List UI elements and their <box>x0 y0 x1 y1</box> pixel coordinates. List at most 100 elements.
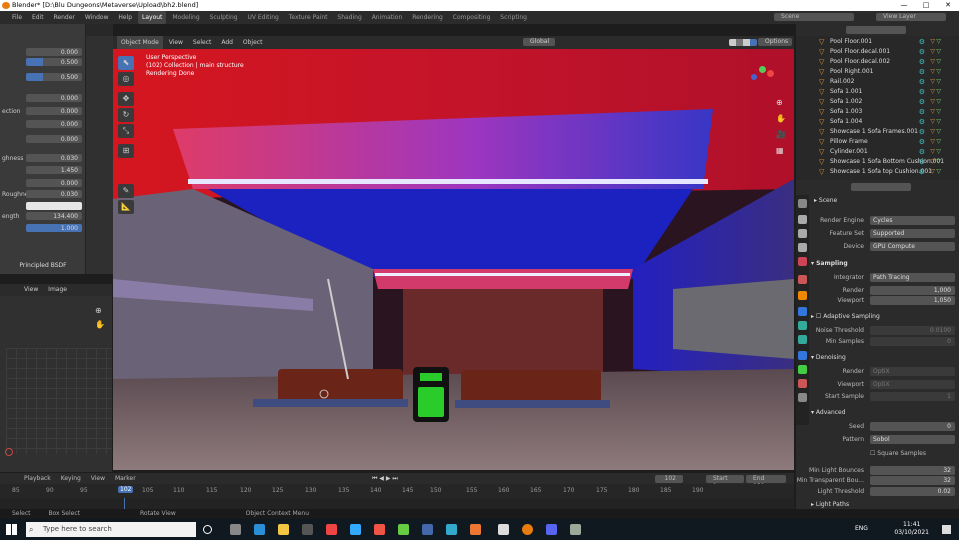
tool-tab-icon[interactable] <box>798 199 807 208</box>
scene-selector[interactable]: Scene <box>774 13 854 21</box>
navigation-gizmo[interactable] <box>747 64 777 94</box>
seed-field[interactable]: 0 <box>870 422 955 431</box>
windows-start-icon[interactable] <box>6 524 17 535</box>
visibility-icon[interactable]: ▽ <box>936 167 941 177</box>
outliner-item[interactable]: ▽ Showcase 1 Sofa Frames.001 ⚙ ▽ ▽ <box>796 127 959 137</box>
section-advanced[interactable]: ▾ Advanced <box>811 408 955 418</box>
transform-tool-icon[interactable]: ⊞ <box>118 144 134 158</box>
task-view-icon[interactable] <box>230 524 241 535</box>
y-axis-icon[interactable] <box>759 66 766 73</box>
timeline-ruler[interactable]: 85 90 95 102 105 110 115 120 125 130 135… <box>0 484 794 498</box>
param-field[interactable]: 0.500 <box>26 58 82 66</box>
store-icon[interactable] <box>302 524 313 535</box>
minimize-icon[interactable]: — <box>893 0 915 11</box>
material-tab-icon[interactable] <box>798 379 807 388</box>
menu-render[interactable]: Render <box>50 11 79 24</box>
visibility-icon[interactable]: ▽ <box>936 107 941 117</box>
viewport-samples-field[interactable]: 1,050 <box>870 296 955 305</box>
particles-tab-icon[interactable] <box>798 321 807 330</box>
outliner-item[interactable]: ▽ Sofa 1.001 ⚙ ▽ ▽ <box>796 87 959 97</box>
app-icon[interactable] <box>498 524 509 535</box>
param-field[interactable]: 0.030 <box>26 154 82 162</box>
view-layer-selector[interactable]: View Layer <box>876 13 946 21</box>
param-field[interactable]: 0.500 <box>26 73 82 81</box>
z-axis-icon[interactable] <box>751 74 757 80</box>
outliner-item[interactable]: ▽ Sofa 1.003 ⚙ ▽ ▽ <box>796 107 959 117</box>
physics-tab-icon[interactable] <box>798 335 807 344</box>
discord-icon[interactable] <box>546 524 557 535</box>
transform-orientation[interactable]: Global <box>523 38 555 46</box>
tab-texture-paint[interactable]: Texture Paint <box>285 11 332 24</box>
visibility-icon[interactable]: ▽ <box>936 157 941 167</box>
language-indicator[interactable]: ENG <box>855 525 868 532</box>
section-adaptive-sampling[interactable]: ▸ ☐ Adaptive Sampling <box>811 312 955 322</box>
world-tab-icon[interactable] <box>798 275 807 284</box>
view-layer-tab-icon[interactable] <box>798 243 807 252</box>
app-icon[interactable] <box>470 524 481 535</box>
min-transparent-bounces-field[interactable]: 32 <box>870 476 955 485</box>
menu-add[interactable]: Add <box>217 36 237 49</box>
mail-icon[interactable] <box>326 524 337 535</box>
param-field[interactable]: 0.000 <box>26 179 82 187</box>
outliner-item[interactable]: ▽ Cylinder.001 ⚙ ▽ ▽ <box>796 147 959 157</box>
visibility-icon[interactable]: ▽ <box>936 37 941 47</box>
current-frame-field[interactable]: 102 <box>655 475 683 483</box>
render-engine-dropdown[interactable]: Cycles <box>870 216 955 225</box>
menu-marker[interactable]: Marker <box>111 473 140 484</box>
menu-playback[interactable]: Playback <box>20 473 55 484</box>
feature-set-dropdown[interactable]: Supported <box>870 229 955 238</box>
section-denoising[interactable]: ▾ Denoising <box>811 353 955 363</box>
app-icon[interactable] <box>350 524 361 535</box>
light-threshold-field[interactable]: 0.02 <box>870 487 955 496</box>
tab-sculpting[interactable]: Sculpting <box>206 11 242 24</box>
notifications-icon[interactable] <box>942 525 951 534</box>
scene-tab-icon[interactable] <box>798 257 807 266</box>
tab-scripting[interactable]: Scripting <box>496 11 531 24</box>
zoom-icon[interactable]: ⊕ <box>95 306 102 315</box>
denoise-viewport-dropdown[interactable]: OptiX <box>870 380 955 389</box>
select-tool-icon[interactable]: ⬉ <box>118 56 134 70</box>
app-icon[interactable] <box>446 524 457 535</box>
annotate-tool-icon[interactable]: ✎ <box>118 184 134 198</box>
outliner-item[interactable]: ▽ Pool Floor.decal.001 ⚙ ▽ ▽ <box>796 47 959 57</box>
render-tab-icon[interactable] <box>798 215 807 224</box>
visibility-icon[interactable]: ▽ <box>936 97 941 107</box>
rotate-tool-icon[interactable]: ↻ <box>118 108 134 122</box>
integrator-dropdown[interactable]: Path Tracing <box>870 273 955 282</box>
scale-tool-icon[interactable]: ⤡ <box>118 124 134 138</box>
playback-controls[interactable]: ⏮ ◀ ▶ ⏭ <box>372 475 436 482</box>
square-samples-checkbox[interactable]: ☐ Square Samples <box>870 449 926 459</box>
options-dropdown[interactable]: Options <box>758 38 792 46</box>
section-sampling[interactable]: ▾ Sampling <box>811 259 955 269</box>
param-field[interactable]: 0.000 <box>26 120 82 128</box>
param-field[interactable]: 0.000 <box>26 94 82 102</box>
cortana-icon[interactable] <box>203 525 212 534</box>
menu-edit[interactable]: Edit <box>28 11 48 24</box>
section-light-paths[interactable]: ▸ Light Paths <box>811 500 955 510</box>
timeline-body[interactable] <box>0 498 794 509</box>
menu-file[interactable]: File <box>8 11 26 24</box>
tab-compositing[interactable]: Compositing <box>449 11 495 24</box>
param-field[interactable]: 1.000 <box>26 224 82 232</box>
visibility-icon[interactable]: ▽ <box>936 47 941 57</box>
app-icon[interactable] <box>374 524 385 535</box>
denoise-render-dropdown[interactable]: OptiX <box>870 367 955 376</box>
taskbar-search-input[interactable]: Type here to search <box>26 522 196 537</box>
texture-tab-icon[interactable] <box>798 393 807 402</box>
end-frame-field[interactable]: End 250 <box>746 475 786 490</box>
param-field[interactable]: 0.000 <box>26 135 82 143</box>
visibility-icon[interactable]: ▽ <box>936 77 941 87</box>
outliner-item[interactable]: ▽ Pool Right.001 ⚙ ▽ ▽ <box>796 67 959 77</box>
param-field[interactable]: 0.030 <box>26 190 82 198</box>
blender-taskbar-icon[interactable] <box>522 524 533 535</box>
data-tab-icon[interactable] <box>798 365 807 374</box>
taskbar-clock[interactable]: 11:41 03/10/2021 <box>894 521 929 537</box>
app-icon[interactable] <box>422 524 433 535</box>
menu-help[interactable]: Help <box>114 11 136 24</box>
3d-viewport[interactable] <box>113 49 794 470</box>
zoom-icon[interactable]: ⊕ <box>776 98 783 107</box>
tab-shading[interactable]: Shading <box>333 11 365 24</box>
properties-search-input[interactable] <box>851 183 911 191</box>
file-explorer-icon[interactable] <box>278 524 289 535</box>
render-samples-field[interactable]: 1,000 <box>870 286 955 295</box>
